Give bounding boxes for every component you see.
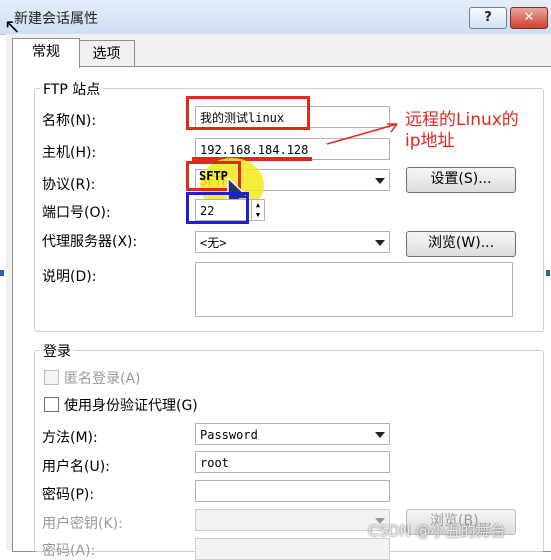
spinner-arrows-icon[interactable]: ▲ ▼ xyxy=(251,200,264,220)
annotation-arrow-icon xyxy=(326,123,398,145)
passphrase-label: 密码(A): xyxy=(42,543,96,559)
user-key-select[interactable] xyxy=(195,509,390,531)
username-field[interactable]: root xyxy=(195,451,390,473)
resize-grip-right[interactable] xyxy=(546,270,550,276)
tab-options[interactable]: 选项 xyxy=(78,40,135,67)
method-select[interactable]: Password xyxy=(195,423,390,445)
description-field[interactable] xyxy=(195,262,513,317)
proxy-value: <无> xyxy=(200,236,227,250)
anonymous-label: 匿名登录(A) xyxy=(64,371,141,387)
passphrase-field[interactable] xyxy=(195,538,390,560)
auth-agent-checkbox[interactable] xyxy=(44,397,59,412)
title-bar: 新建会话属性 ↖ ? ✕ xyxy=(0,0,551,38)
method-label: 方法(M): xyxy=(42,430,98,446)
user-key-label: 用户密钥(K): xyxy=(42,516,123,532)
annotation-text-line2: ip地址 xyxy=(405,131,455,151)
tab-general[interactable]: 常规 xyxy=(12,38,80,68)
protocol-label: 协议(R): xyxy=(42,177,96,193)
close-button[interactable]: ✕ xyxy=(510,7,548,29)
anonymous-checkbox[interactable] xyxy=(44,370,59,385)
proxy-label: 代理服务器(X): xyxy=(42,234,138,250)
help-button[interactable]: ? xyxy=(469,7,507,29)
username-label: 用户名(U): xyxy=(42,459,110,475)
auth-agent-label: 使用身份验证代理(G) xyxy=(64,398,198,414)
name-highlight-box xyxy=(186,96,310,130)
chevron-down-icon xyxy=(375,178,385,184)
window-title: 新建会话属性 xyxy=(14,11,98,27)
login-group-title: 登录 xyxy=(40,341,74,361)
port-label: 端口号(O): xyxy=(42,205,111,221)
proxy-select[interactable]: <无> xyxy=(195,231,390,253)
port-highlight-box xyxy=(186,192,249,224)
description-label: 说明(D): xyxy=(42,269,97,285)
protocol-value-overlay: SFTP xyxy=(199,169,228,183)
settings-button[interactable]: 设置(S)... xyxy=(406,167,516,193)
method-value: Password xyxy=(200,428,258,442)
annotation-text-line1: 远程的Linux的 xyxy=(405,110,519,130)
name-label: 名称(N): xyxy=(42,113,97,129)
password-field[interactable] xyxy=(195,480,390,502)
chevron-down-icon xyxy=(375,432,385,438)
chevron-down-icon xyxy=(375,240,385,246)
proxy-browse-button[interactable]: 浏览(W)... xyxy=(406,231,516,257)
watermark: CSDN @小丑的舞台 xyxy=(368,522,506,540)
ftp-group-title: FTP 站点 xyxy=(40,79,104,99)
password-label: 密码(P): xyxy=(42,487,95,503)
resize-grip-left[interactable] xyxy=(0,270,4,276)
host-label: 主机(H): xyxy=(42,145,97,161)
